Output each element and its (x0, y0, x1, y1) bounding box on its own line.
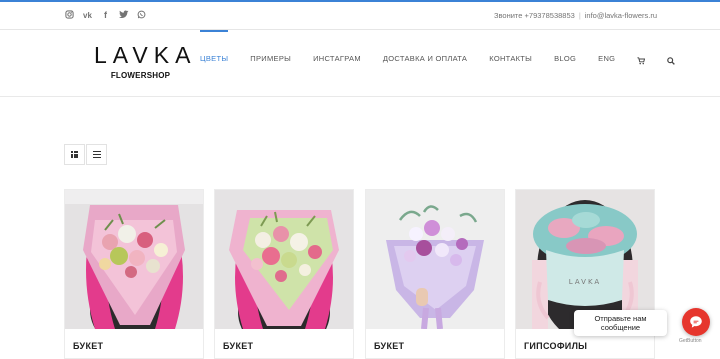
site-logo[interactable]: LAVKA FLOWERSHOP (94, 42, 197, 80)
product-title[interactable]: ГИПСОФИЛЫ (524, 341, 587, 351)
logo-wordmark: LAVKA (94, 42, 197, 68)
top-bar: vk f Звоните +79378538853 | info@lavka-flo… (0, 2, 720, 30)
product-card[interactable]: БУКЕТ (214, 189, 354, 359)
social-links: vk f (64, 10, 147, 21)
chat-prompt-bubble[interactable]: Отправьте нам сообщение (574, 310, 667, 336)
facebook-icon[interactable]: f (100, 10, 111, 21)
grid-view-button[interactable] (64, 144, 85, 165)
product-image[interactable]: LAVKA (516, 190, 654, 329)
product-image[interactable] (366, 190, 504, 329)
vk-icon[interactable]: vk (82, 10, 93, 21)
cart-icon[interactable] (637, 34, 646, 92)
main-nav: ЦВЕТЫ ПРИМЕРЫ ИНСТАГРАМ ДОСТАВКА И ОПЛАТ… (200, 30, 697, 96)
contact-info: Звоните +79378538853 | info@lavka-flowers.… (494, 11, 657, 20)
nav-item-examples[interactable]: ПРИМЕРЫ (250, 30, 291, 96)
product-title[interactable]: БУКЕТ (223, 341, 253, 351)
contact-separator: | (578, 11, 581, 20)
logo-subtitle: FLOWERSHOP (110, 71, 171, 80)
getbutton-brand[interactable]: GetButton (679, 338, 702, 344)
nav-item-language[interactable]: ENG (598, 30, 615, 96)
svg-text:LAVKA: LAVKA (569, 278, 601, 286)
nav-item-delivery[interactable]: ДОСТАВКА И ОПЛАТА (383, 30, 467, 96)
list-icon (92, 151, 101, 158)
email-link[interactable]: info@lavka-flowers.ru (585, 11, 657, 20)
main-header: LAVKA FLOWERSHOP ЦВЕТЫ ПРИМЕРЫ ИНСТАГРАМ… (0, 30, 720, 97)
nav-item-blog[interactable]: BLOG (554, 30, 576, 96)
list-view-button[interactable] (86, 144, 107, 165)
grid-icon (71, 151, 78, 158)
view-toggles (64, 144, 108, 165)
product-card[interactable]: БУКЕТ (365, 189, 505, 359)
instagram-icon[interactable] (64, 10, 75, 21)
twitter-icon[interactable] (118, 10, 129, 21)
chat-bubble-icon (690, 316, 702, 328)
phone-text[interactable]: Звоните +79378538853 (494, 11, 575, 20)
search-icon[interactable] (667, 34, 676, 92)
product-image[interactable] (65, 190, 203, 329)
chat-button[interactable] (682, 308, 710, 336)
product-card[interactable]: БУКЕТ (64, 189, 204, 359)
product-title[interactable]: БУКЕТ (73, 341, 103, 351)
chat-prompt-line-1: Отправьте нам (594, 314, 647, 323)
product-image[interactable] (215, 190, 353, 329)
product-title[interactable]: БУКЕТ (374, 341, 404, 351)
nav-item-instagram[interactable]: ИНСТАГРАМ (313, 30, 361, 96)
whatsapp-icon[interactable] (136, 10, 147, 21)
nav-item-flowers[interactable]: ЦВЕТЫ (200, 30, 229, 96)
chat-prompt-line-2: сообщение (600, 323, 641, 332)
nav-item-contacts[interactable]: КОНТАКТЫ (489, 30, 532, 96)
